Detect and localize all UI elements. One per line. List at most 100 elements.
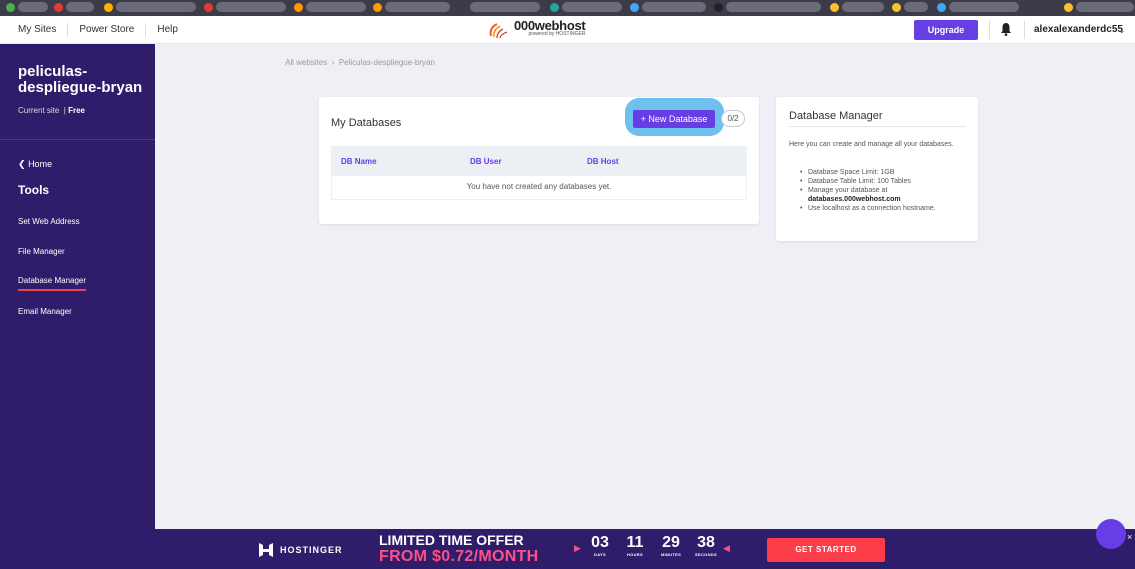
top-bar: My Sites Power Store Help 000webhost pow…: [0, 16, 1135, 44]
list-item: Database Space Limit: 1GB: [800, 168, 975, 177]
bell-icon[interactable]: [1000, 22, 1012, 36]
column-header-db-host: DB Host: [587, 157, 619, 166]
hostinger-h-icon: [259, 543, 273, 557]
bookmark-item[interactable]: [726, 2, 821, 12]
bookmark-item[interactable]: [949, 2, 1019, 12]
table-header: DB Name DB User DB Host: [331, 146, 747, 176]
bookmark-favicon[interactable]: [6, 3, 15, 12]
nav-my-sites[interactable]: My Sites: [0, 23, 69, 37]
breadcrumb-root[interactable]: All websites: [285, 58, 327, 67]
bookmark-item[interactable]: [470, 2, 540, 12]
sidebar-home-link[interactable]: ❮ Home: [18, 159, 52, 170]
hostinger-brand: HOSTINGER: [280, 545, 343, 555]
sidebar: peliculas-despliegue-bryan Current site …: [0, 44, 155, 529]
bookmark-favicon[interactable]: [294, 3, 303, 12]
countdown-days: 03 DAYS: [589, 534, 611, 557]
upgrade-button[interactable]: Upgrade: [914, 20, 978, 40]
top-nav: My Sites Power Store Help: [0, 16, 189, 44]
card-title: Database Manager: [789, 110, 883, 122]
bookmark-favicon[interactable]: [830, 3, 839, 12]
sidebar-item-email-manager[interactable]: Email Manager: [18, 307, 72, 316]
arrow-left-icon: ◀: [723, 543, 730, 553]
sidebar-item-set-web-address[interactable]: Set Web Address: [18, 217, 80, 226]
chevron-right-icon: ›: [329, 58, 337, 67]
countdown-value: 03: [591, 534, 609, 551]
breadcrumb: All websites › Peliculas-despliegue-brya…: [285, 58, 435, 67]
bookmark-item[interactable]: [66, 2, 94, 12]
nav-power-store[interactable]: Power Store: [68, 23, 147, 37]
home-label: Home: [28, 159, 53, 169]
bookmark-favicon[interactable]: [892, 3, 901, 12]
countdown-unit: HOURS: [627, 552, 643, 557]
sidebar-item-database-manager[interactable]: Database Manager: [18, 276, 87, 291]
countdown-value: 11: [626, 534, 644, 551]
chevron-left-icon: ❮: [18, 159, 26, 169]
list-item: Manage your database at databases.000web…: [800, 186, 975, 204]
bookmark-item[interactable]: [116, 2, 196, 12]
bookmark-favicon[interactable]: [630, 3, 639, 12]
bookmark-item[interactable]: [562, 2, 622, 12]
username[interactable]: alexalexanderdc55: [1034, 16, 1123, 44]
plan-badge: Free: [68, 106, 86, 115]
my-databases-card: My Databases + New Database 0/2 DB Name …: [319, 97, 759, 224]
sidebar-divider: [0, 139, 155, 140]
list-item: Use localhost as a connection hostname.: [800, 204, 975, 213]
hostinger-logo[interactable]: HOSTINGER: [258, 542, 343, 558]
current-site-text: Current site: [18, 106, 60, 115]
chat-bubble-icon[interactable]: [1096, 519, 1126, 549]
manager-intro: Here you can create and manage all your …: [789, 141, 954, 148]
brand-logo[interactable]: 000webhost powered by HOSTINGER: [487, 19, 586, 41]
swirl-logo-icon: [489, 23, 508, 39]
database-manager-card: Database Manager Here you can create and…: [776, 97, 978, 241]
close-icon[interactable]: ×: [1127, 532, 1132, 542]
bookmark-favicon[interactable]: [550, 3, 559, 12]
nav-help[interactable]: Help: [146, 23, 189, 37]
new-database-button[interactable]: + New Database: [633, 110, 715, 128]
bookmark-item[interactable]: [842, 2, 884, 12]
chevron-down-icon[interactable]: ⌄: [1118, 25, 1126, 36]
site-name: peliculas-despliegue-bryan: [18, 63, 143, 96]
countdown-value: 29: [662, 534, 680, 551]
divider: [789, 126, 966, 127]
offer-price: FROM $0.72/MONTH: [379, 548, 539, 565]
list-item: Database Table Limit: 100 Tables: [800, 177, 975, 186]
bookmark-favicon[interactable]: [104, 3, 113, 12]
offer-headline: LIMITED TIME OFFER: [379, 532, 524, 548]
bookmark-item[interactable]: [904, 2, 928, 12]
empty-table-message: You have not created any databases yet.: [331, 176, 747, 200]
bookmark-item[interactable]: [1076, 2, 1134, 12]
promo-banner: HOSTINGER LIMITED TIME OFFER FROM $0.72/…: [0, 529, 1135, 569]
bookmark-favicon[interactable]: [1064, 3, 1073, 12]
bookmark-favicon[interactable]: [937, 3, 946, 12]
countdown-seconds: 38 SECONDS: [692, 534, 720, 557]
manager-bullets: Database Space Limit: 1GB Database Table…: [800, 168, 975, 213]
bookmark-item[interactable]: [642, 2, 706, 12]
bookmark-item[interactable]: [306, 2, 366, 12]
countdown-minutes: 29 MINUTES: [657, 534, 685, 557]
column-header-db-user: DB User: [470, 157, 502, 166]
bookmark-item[interactable]: [18, 2, 48, 12]
countdown-value: 38: [697, 534, 715, 551]
sidebar-item-file-manager[interactable]: File Manager: [18, 247, 65, 256]
current-site-label: Current site | Free: [18, 106, 86, 115]
arrow-right-icon: ▶: [574, 543, 581, 553]
bookmark-favicon[interactable]: [714, 3, 723, 12]
get-started-button[interactable]: GET STARTED: [767, 538, 885, 562]
bookmark-favicon[interactable]: [54, 3, 63, 12]
bookmark-favicon[interactable]: [204, 3, 213, 12]
tools-heading: Tools: [18, 183, 50, 197]
countdown-unit: SECONDS: [695, 552, 717, 557]
countdown-unit: DAYS: [594, 552, 606, 557]
database-count-badge: 0/2: [721, 110, 745, 127]
card-title: My Databases: [331, 117, 402, 129]
bookmark-item[interactable]: [216, 2, 286, 12]
databases-link[interactable]: databases.000webhost.com: [808, 196, 901, 203]
bookmarks-bar: [0, 0, 1135, 16]
column-header-db-name: DB Name: [341, 157, 377, 166]
countdown-hours: 11 HOURS: [624, 534, 646, 557]
bullet-text: Manage your database at: [808, 187, 888, 194]
countdown-unit: MINUTES: [660, 552, 682, 557]
bookmark-item[interactable]: [385, 2, 450, 12]
breadcrumb-current: Peliculas-despliegue-bryan: [338, 58, 435, 67]
bookmark-favicon[interactable]: [373, 3, 382, 12]
